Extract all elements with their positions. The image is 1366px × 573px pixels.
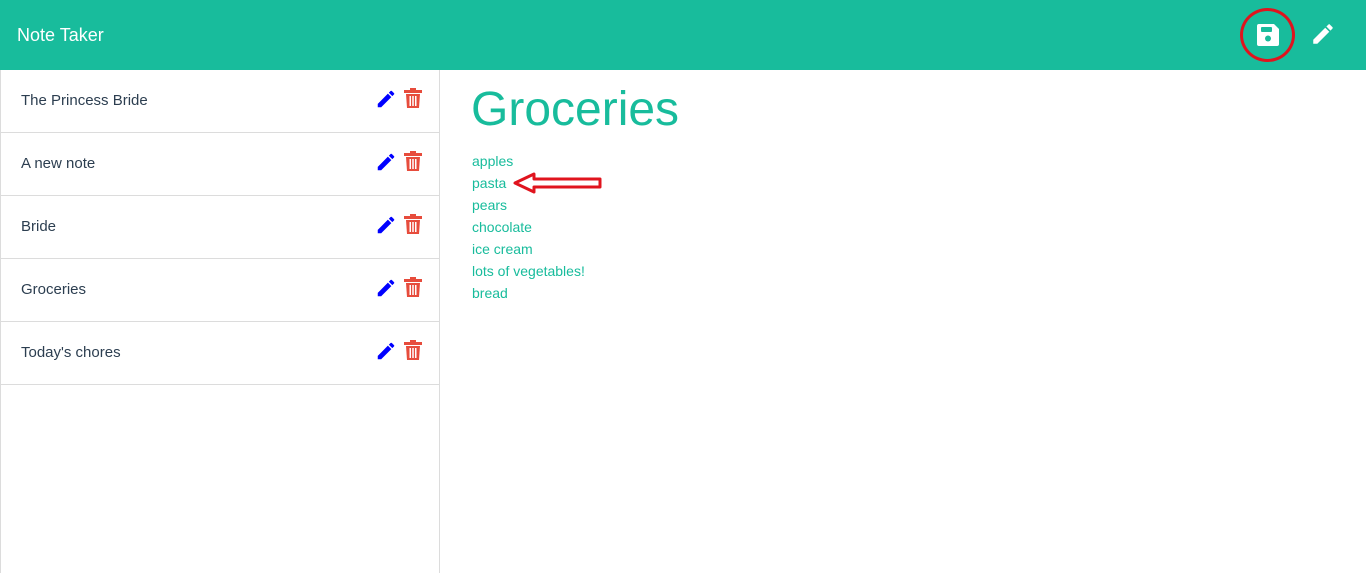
delete-note-button[interactable] — [403, 213, 423, 235]
note-line: lots of vegetables! — [472, 263, 585, 279]
navbar: Note Taker — [0, 0, 1366, 70]
pencil-icon — [1313, 24, 1333, 44]
pencil-icon — [377, 216, 395, 234]
list-item[interactable]: Today's chores — [1, 322, 440, 385]
list-item[interactable]: Bride — [1, 196, 440, 259]
edit-note-button[interactable] — [375, 214, 397, 236]
new-note-button[interactable] — [1310, 21, 1336, 47]
note-line: ice cream — [472, 241, 533, 257]
note-line: pears — [472, 197, 508, 213]
delete-note-button[interactable] — [403, 276, 423, 298]
pencil-icon — [377, 342, 395, 360]
note-line: apples — [472, 153, 514, 169]
delete-note-button[interactable] — [403, 339, 423, 361]
list-item[interactable]: A new note — [1, 133, 440, 196]
note-title: Groceries — [21, 281, 87, 298]
pencil-icon — [377, 90, 395, 108]
trash-icon — [404, 340, 422, 360]
pencil-icon — [377, 279, 395, 297]
note-title: Today's chores — [21, 344, 121, 361]
trash-icon — [404, 277, 422, 297]
trash-icon — [404, 214, 422, 234]
edit-note-button[interactable] — [375, 151, 397, 173]
list-item[interactable]: The Princess Bride — [1, 70, 440, 133]
list-item[interactable]: Groceries — [1, 259, 440, 322]
note-title: Bride — [21, 218, 57, 235]
edit-note-button[interactable] — [375, 88, 397, 110]
note-line: bread — [472, 285, 508, 301]
edit-note-button[interactable] — [375, 340, 397, 362]
trash-icon — [404, 151, 422, 171]
delete-note-button[interactable] — [403, 150, 423, 172]
floppy-disk-icon — [1257, 24, 1279, 46]
save-note-button[interactable] — [1256, 23, 1280, 47]
note-title-field[interactable]: Groceries — [471, 82, 679, 138]
note-title: A new note — [21, 155, 96, 172]
pencil-icon — [377, 153, 395, 171]
edit-note-button[interactable] — [375, 277, 397, 299]
note-line: pasta — [472, 175, 507, 191]
note-line: chocolate — [472, 219, 532, 235]
trash-icon — [404, 88, 422, 108]
note-text-area[interactable]: apples pasta pears chocolate ice cream l… — [472, 150, 1072, 304]
note-title: The Princess Bride — [21, 92, 148, 109]
note-list: The Princess Bride A new note Bride Groc… — [0, 70, 440, 573]
delete-note-button[interactable] — [403, 87, 423, 109]
note-editor: Groceries apples pasta pears chocolate i… — [440, 70, 1366, 573]
app-title[interactable]: Note Taker — [17, 24, 104, 46]
